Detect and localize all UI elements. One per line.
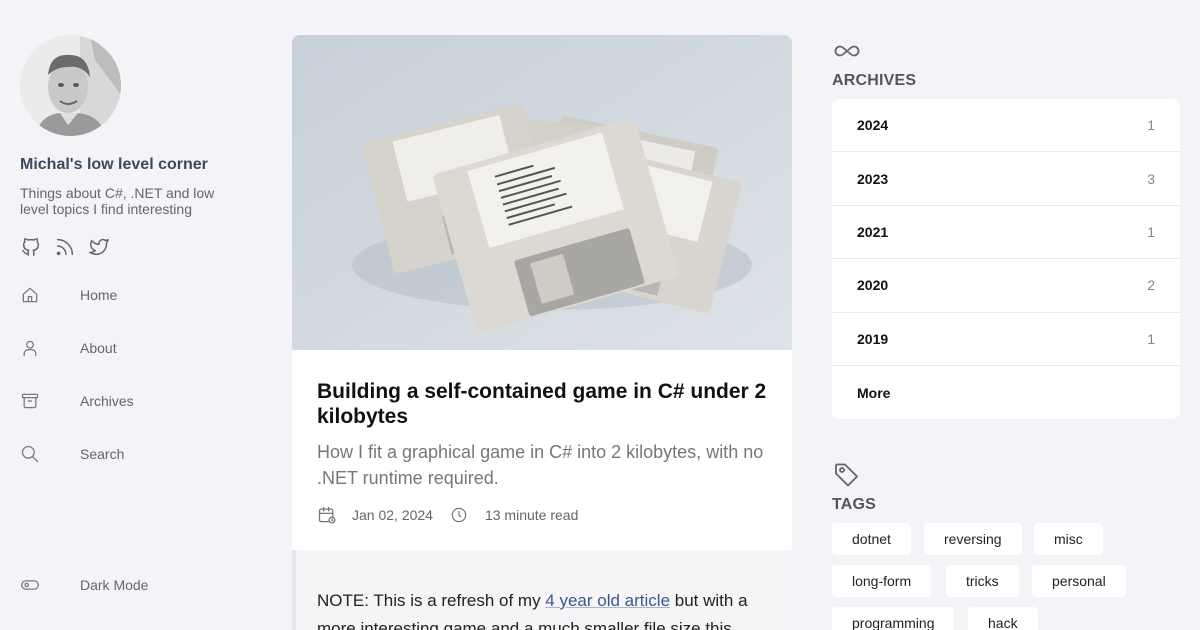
tag-reversing[interactable]: reversing [924,523,1022,555]
tag-hack[interactable]: hack [968,607,1038,630]
tags-heading: TAGS [832,496,877,513]
archives-heading: ARCHIVES [832,72,917,89]
nav-archives[interactable]: Archives [20,389,240,413]
archive-year: 2020 [857,277,889,294]
dark-mode-toggle[interactable]: Dark Mode [20,573,240,597]
hero-image[interactable] [292,35,792,350]
tag-icon [832,460,862,490]
post-subtitle: How I fit a graphical game in C# into 2 … [317,442,764,488]
site-title[interactable]: Michal's low level corner [20,156,208,174]
post-meta: Jan 02, 2024 13 minute read [317,505,578,525]
archive-count: 1 [1147,330,1155,347]
archive-more-label: More [857,384,891,401]
archive-row-2021[interactable]: 2021 1 [832,206,1180,260]
tag-personal[interactable]: personal [1032,565,1126,597]
avatar[interactable] [20,35,121,136]
twitter-icon[interactable] [88,236,110,258]
archive-row-2019[interactable]: 2019 1 [832,313,1180,366]
tag-long-form[interactable]: long-form [832,565,932,597]
site-description: Things about C#, .NET and low level topi… [20,185,215,217]
floppy-disks-image [292,35,792,350]
nav-about[interactable]: About [20,336,240,360]
post-body-preview: NOTE: This is a refresh of my 4 year old… [292,550,792,630]
nav-home[interactable]: Home [20,283,240,307]
archive-row-2020[interactable]: 2020 2 [832,259,1180,313]
archive-year: 2024 [857,117,889,134]
post-title[interactable]: Building a self-contained game in C# und… [317,379,777,429]
archive-count: 1 [1147,117,1155,134]
dark-mode-label: Dark Mode [80,577,149,593]
social-links [20,236,110,258]
avatar-photo [20,35,121,136]
tag-programming[interactable]: programming [832,607,955,630]
archive-icon [20,391,40,411]
archives-list: 2024 1 2023 3 2021 1 2020 2 2019 1 More [832,99,1180,419]
toggle-icon [20,575,40,595]
archive-year: 2021 [857,223,889,240]
tag-misc[interactable]: misc [1034,523,1103,555]
nav-about-label: About [80,340,117,356]
home-icon [20,285,40,305]
archive-count: 1 [1147,223,1155,240]
archive-count: 3 [1147,170,1155,187]
read-time: 13 minute read [484,507,579,523]
nav-search-label: Search [80,446,125,462]
archive-more[interactable]: More [832,366,1180,419]
github-icon[interactable] [20,236,42,258]
body-text-start: NOTE: This is a refresh of my [317,591,546,610]
calendar-icon [317,505,337,525]
archive-row-2024[interactable]: 2024 1 [832,99,1180,153]
post-date: Jan 02, 2024 [352,507,433,523]
old-article-link[interactable]: 4 year old article [545,591,670,610]
rss-icon[interactable] [54,236,76,258]
tag-tricks[interactable]: tricks [946,565,1019,597]
nav-archives-label: Archives [80,393,134,409]
search-icon [20,444,40,464]
archive-count: 2 [1147,277,1155,294]
right-sidebar: ARCHIVES 2024 1 2023 3 2021 1 2020 2 201… [832,0,1180,630]
nav-home-label: Home [80,287,118,303]
nav-search[interactable]: Search [20,442,240,466]
user-icon [20,338,40,358]
sidebar: Michal's low level corner Things about C… [0,0,260,630]
archive-year: 2023 [857,170,889,187]
tag-dotnet[interactable]: dotnet [832,523,911,555]
archive-year: 2019 [857,330,889,347]
post-card[interactable]: Building a self-contained game in C# und… [292,35,792,630]
infinity-icon [832,36,862,66]
clock-icon [449,505,469,525]
post-body-text: NOTE: This is a refresh of my 4 year old… [317,587,777,630]
archive-row-2023[interactable]: 2023 3 [832,152,1180,206]
